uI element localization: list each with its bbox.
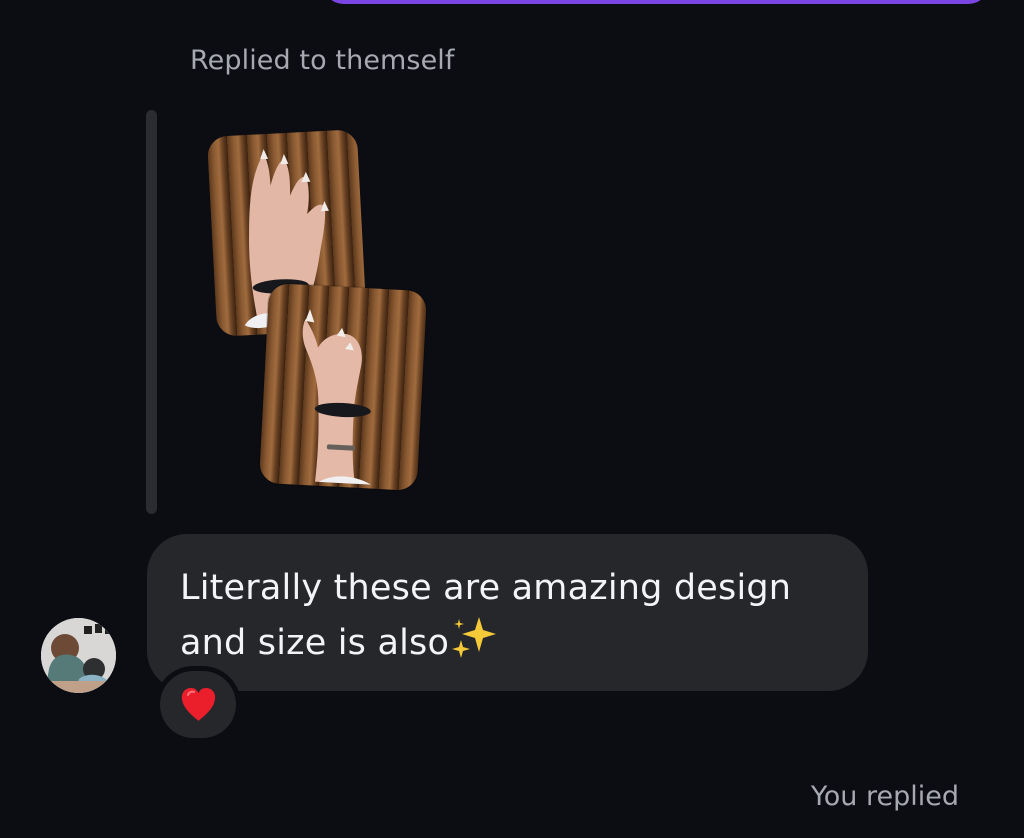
message-reaction[interactable] bbox=[160, 671, 236, 738]
message-thread: Replied to themself Literally these are … bbox=[0, 0, 1024, 838]
incoming-message-bubble[interactable]: Literally these are amazing design and s… bbox=[147, 534, 868, 691]
avatar-image bbox=[41, 618, 116, 693]
message-text: Literally these are amazing design and s… bbox=[180, 562, 836, 670]
outgoing-message-bubble-partial[interactable] bbox=[322, 0, 990, 4]
sparkles-emoji bbox=[452, 617, 497, 658]
attached-photo-2[interactable] bbox=[258, 283, 428, 491]
reply-context-label: Replied to themself bbox=[190, 45, 455, 76]
nails-hand-image-2 bbox=[302, 309, 371, 485]
sender-avatar[interactable] bbox=[41, 618, 116, 693]
reply-status-label: You replied bbox=[810, 781, 959, 812]
red-heart-emoji bbox=[181, 688, 215, 721]
reply-quote-bar bbox=[146, 110, 157, 514]
